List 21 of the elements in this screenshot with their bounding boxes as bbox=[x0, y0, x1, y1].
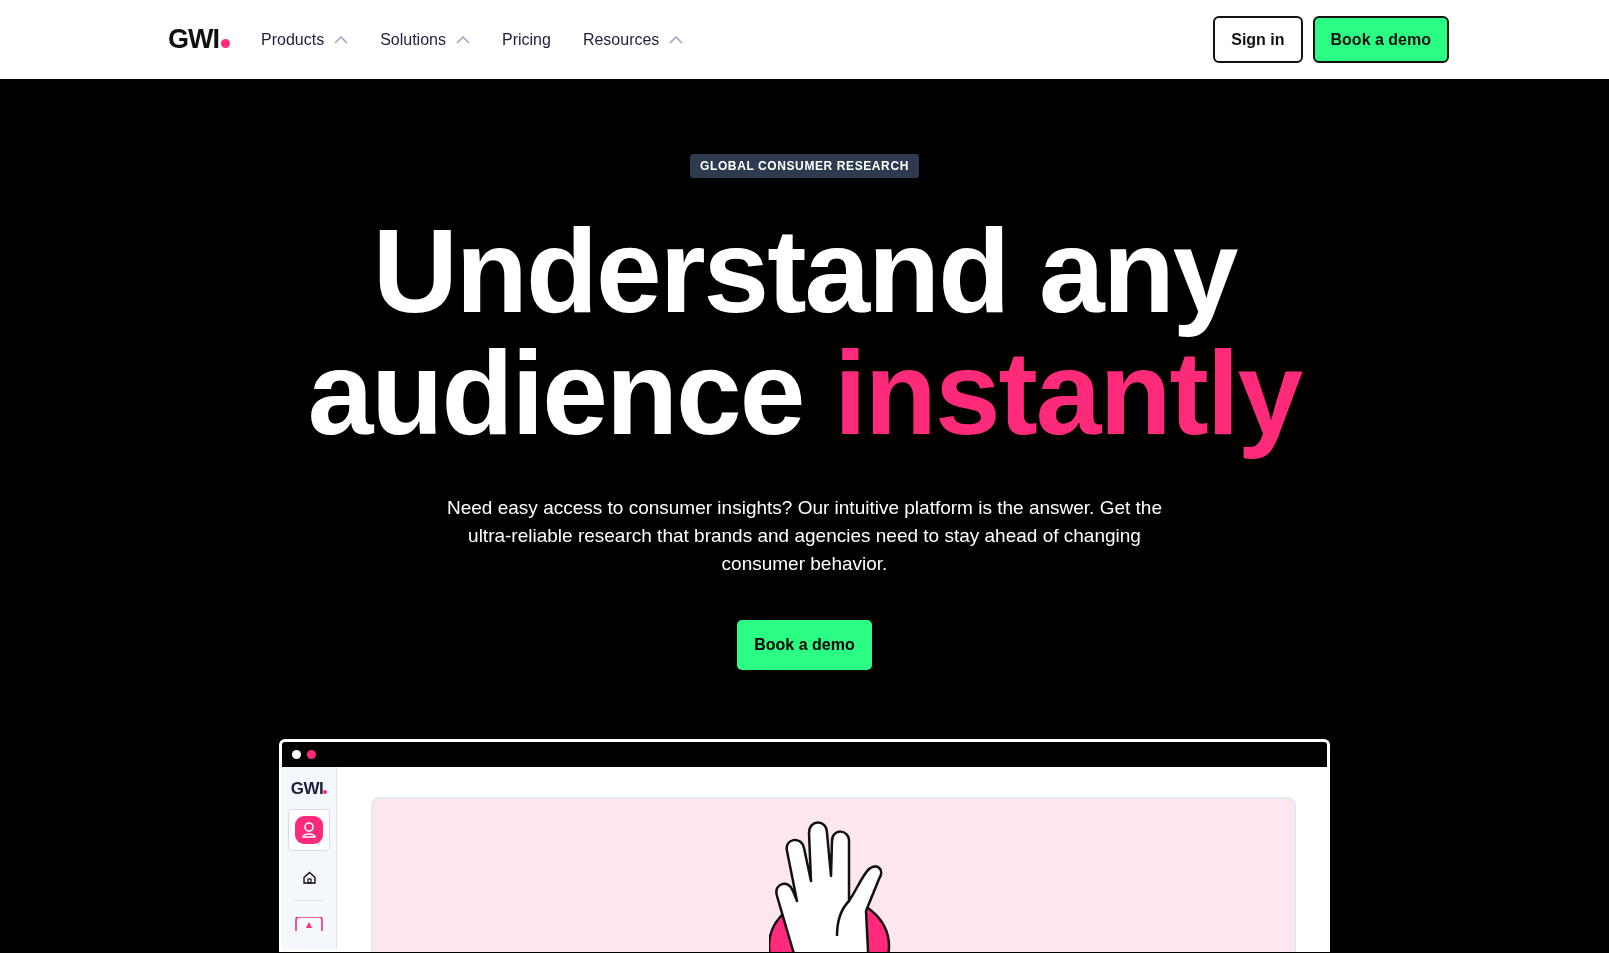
window-dot-icon bbox=[292, 750, 301, 759]
caret-icon bbox=[334, 35, 349, 44]
nav-link[interactable]: Pricing bbox=[501, 30, 551, 49]
app-logo: GWI bbox=[290, 779, 328, 799]
hero-description: Need easy access to consumer insights? Our intuitive platform is the answer. Get the ultra-reliable research that brands and agencies need to stay ahead of changing consumer behavior. bbox=[446, 496, 1163, 576]
home-icon[interactable] bbox=[302, 871, 316, 884]
logo-dot-icon bbox=[221, 39, 230, 48]
book-demo-button[interactable]: Book a demo bbox=[737, 620, 872, 670]
logo-text[interactable]: GWI bbox=[168, 24, 219, 55]
sign-in-button[interactable]: Sign in bbox=[1213, 16, 1303, 63]
user-icon[interactable] bbox=[295, 816, 323, 844]
window-dot-icon bbox=[307, 750, 316, 759]
caret-icon bbox=[669, 35, 684, 44]
book-demo-button[interactable]: Book a demo bbox=[1312, 16, 1449, 63]
caret-icon bbox=[455, 35, 470, 44]
nav-link[interactable]: Products bbox=[261, 30, 349, 49]
nav-link[interactable]: Resources bbox=[582, 30, 684, 49]
hero-headline: Understand any audience instantly bbox=[306, 206, 1304, 461]
chart-icon[interactable] bbox=[295, 917, 323, 931]
nav-link[interactable]: Solutions bbox=[380, 30, 470, 49]
category-badge: GLOBAL CONSUMER RESEARCH bbox=[690, 154, 919, 178]
